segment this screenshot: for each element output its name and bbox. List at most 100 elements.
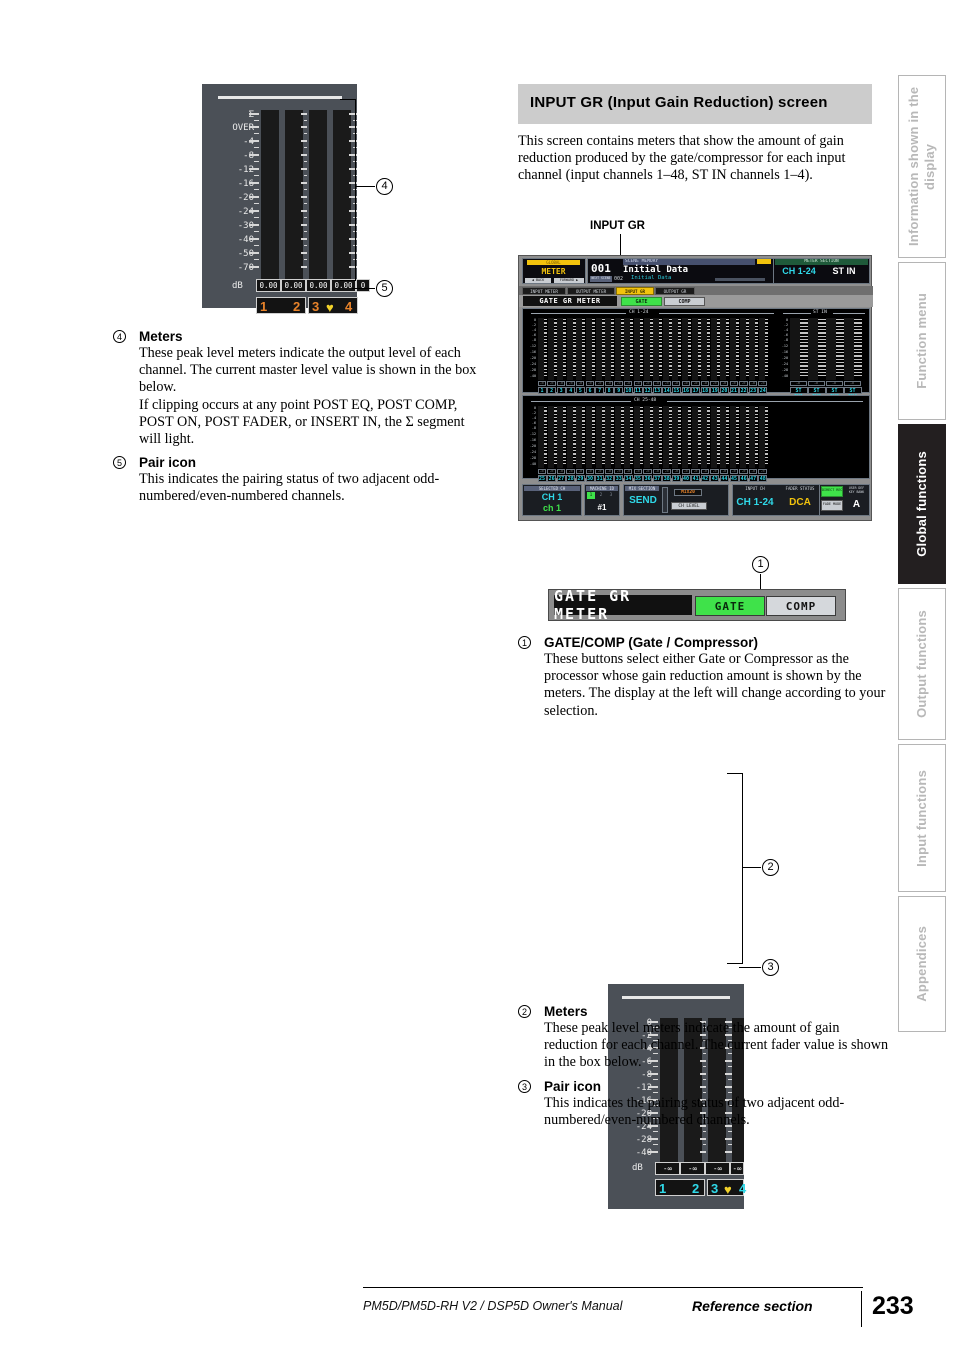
channel-number: 32 xyxy=(606,475,613,482)
item-body: These buttons select either Gate or Comp… xyxy=(544,651,890,720)
meter-value-text: -∞ xyxy=(578,381,583,385)
scale-tick: -4 xyxy=(531,328,536,332)
meter-bar xyxy=(808,318,818,380)
item-body: These peak level meters indicate the out… xyxy=(139,345,485,448)
channel-number: 30 xyxy=(586,475,594,482)
meter-segments xyxy=(764,319,768,379)
scene-number: 001 xyxy=(591,262,611,275)
scale-tick: -2 xyxy=(783,323,788,327)
group-rule xyxy=(833,313,865,314)
comp-button[interactable]: COMP xyxy=(664,296,705,306)
channel-number: 47 xyxy=(750,475,757,482)
channel-number: 34 xyxy=(625,475,632,482)
meter-value-text: -∞ xyxy=(587,381,592,385)
item-title: Pair icon xyxy=(544,1078,602,1094)
paragraph: These peak level meters indicate the amo… xyxy=(544,1020,889,1071)
meter-value-text: -∞ xyxy=(559,381,563,385)
meter-value-text: -∞ xyxy=(597,381,602,385)
meter-value-text: -∞ xyxy=(539,469,544,473)
group-title-ch1-24: CH 1-24 xyxy=(629,310,649,315)
meter-value-text: -∞ xyxy=(832,381,836,385)
user-def-label: USER DEF KEY BANK xyxy=(848,486,865,494)
sidebar-tab-label: Input functions xyxy=(914,769,929,867)
manual-page: Σ OVER -4 -8 -12 -16 -20 -24 -30 -40 -50… xyxy=(0,0,954,1351)
lcd-screenshot: GLOBAL METER ◀ BACK FORWARD ▶ 001 SCENE … xyxy=(518,255,873,521)
gate-button-detail[interactable]: GATE xyxy=(695,596,765,616)
gate-button[interactable]: GATE xyxy=(621,296,662,306)
sidebar-tab-global-functions[interactable]: Global functions xyxy=(898,424,946,584)
scale-tick: -8 xyxy=(531,426,536,430)
forward-button[interactable]: FORWARD ▶ xyxy=(554,278,584,283)
channel-number: 35 xyxy=(634,475,642,482)
tab-input-gr[interactable]: INPUT GR xyxy=(616,286,654,295)
selected-ch-name: ch 1 xyxy=(542,503,561,513)
sidebar-tab-function-menu[interactable]: Function menu xyxy=(898,262,946,420)
callout-leader xyxy=(355,186,375,187)
tab-output-gr[interactable]: OUTPUT GR xyxy=(655,286,695,295)
selected-ch-label: SELECTED CH xyxy=(524,486,580,491)
scale-tick: -4 xyxy=(531,416,536,420)
scale-tick: -40 xyxy=(781,374,788,378)
input-ch-label: INPUT CH xyxy=(745,486,765,491)
scale-tick: 0 xyxy=(785,318,788,322)
figure-top-rule xyxy=(218,96,342,99)
gr-pair-channel-number: 1 xyxy=(659,1181,667,1196)
meter-value-text: -∞ xyxy=(645,381,650,385)
next-scene-name: Initial Data xyxy=(631,275,672,281)
meter-value-text: -∞ xyxy=(568,381,573,385)
gr-pair-heart-icon: ♥ xyxy=(724,1182,732,1197)
sidebar-tab-appendices[interactable]: Appendices xyxy=(898,896,946,1032)
meter-value-text: -∞ xyxy=(731,381,736,385)
channel-number: 7 xyxy=(598,387,602,394)
channel-number: 25 xyxy=(538,475,546,482)
scale-tick: -12 xyxy=(529,432,536,436)
send-button[interactable]: SEND xyxy=(625,494,661,507)
next-scene-label: NEXT SCENE xyxy=(590,276,612,282)
comp-button-detail[interactable]: COMP xyxy=(766,596,836,616)
item-number: 2 xyxy=(518,1005,531,1018)
pair-channel-number: 4 xyxy=(345,299,353,314)
channel-number: 38 xyxy=(663,475,670,482)
sidebar-tab-information-shown[interactable]: Information shown in the display xyxy=(898,75,946,258)
section-heading: INPUT GR (Input Gain Reduction) screen xyxy=(518,84,872,124)
meter-value-box: 0.00 xyxy=(281,279,306,292)
scale-tick: -2 xyxy=(531,323,536,327)
gr-pair-channel-number: 4 xyxy=(739,1181,747,1196)
fader-status-label: FADER STATUS xyxy=(785,486,815,491)
channel-number: 18 xyxy=(702,387,709,394)
back-button[interactable]: ◀ BACK xyxy=(525,278,551,283)
ch-level-button[interactable]: CH LEVEL xyxy=(671,502,707,510)
output-meter-figure: Σ OVER -4 -8 -12 -16 -20 -24 -30 -40 -50… xyxy=(202,84,370,315)
meter-scale-labels: Σ OVER -4 -8 -12 -16 -20 -24 -30 -40 -50… xyxy=(210,110,254,280)
tab-input-meter[interactable]: INPUT METER xyxy=(522,286,566,295)
list-item: 3 Pair icon This indicates the pairing s… xyxy=(518,1078,890,1129)
channel-number: 41 xyxy=(692,475,699,482)
callout-leader xyxy=(727,963,743,964)
tab-output-meter[interactable]: OUTPUT METER xyxy=(567,286,615,295)
meter-value-text: -∞ xyxy=(693,381,698,385)
meter-bar xyxy=(826,318,836,380)
item-body: This indicates the pairing status of two… xyxy=(544,1095,890,1129)
callout-2: 2 xyxy=(762,859,779,876)
sidebar-tab-input-functions[interactable]: Input functions xyxy=(898,744,946,892)
meter-value-text: -∞ xyxy=(664,381,669,385)
fade-mode-button[interactable]: FADE MODE xyxy=(821,500,843,511)
callout-leader xyxy=(340,99,356,100)
direct-recall-button[interactable]: DIRECT RECALL xyxy=(821,486,843,497)
channel-number: 36 xyxy=(644,475,651,482)
meter-value-box: 0 xyxy=(356,279,370,292)
figure-top-rule xyxy=(622,996,730,999)
sidebar-tab-output-functions[interactable]: Output functions xyxy=(898,588,946,740)
channel-number: 44 xyxy=(721,475,728,482)
sidebar-tab-label: Information shown in the display xyxy=(906,86,937,247)
scale-tick: -24 xyxy=(529,362,536,366)
group-rule xyxy=(659,313,774,314)
meter-value-text: -∞ xyxy=(741,381,746,385)
gr-value-box: -∞ xyxy=(705,1162,730,1175)
meter-ticks-left xyxy=(249,113,259,279)
item-title: Meters xyxy=(544,1004,588,1019)
meter-value-text: -∞ xyxy=(664,469,669,473)
gate-gr-meter-label-detail: GATE GR METER xyxy=(554,587,692,623)
meter-value-text: -∞ xyxy=(731,469,736,473)
meter-value-text: -∞ xyxy=(616,469,621,473)
